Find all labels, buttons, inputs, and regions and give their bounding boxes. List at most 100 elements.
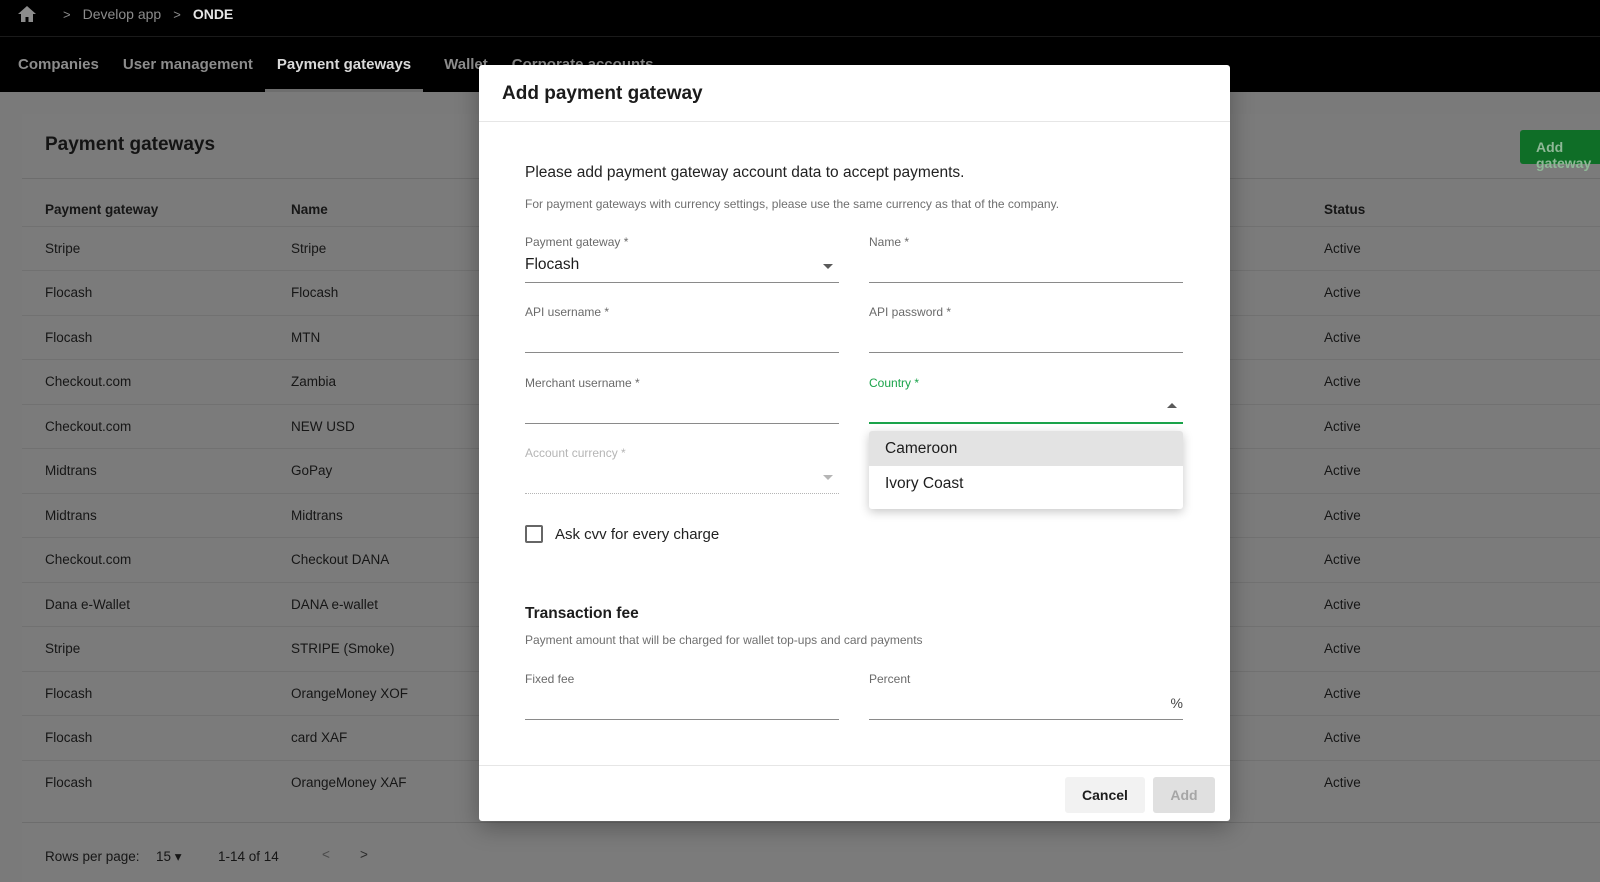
chevron-right-icon[interactable]: > xyxy=(360,847,368,862)
cell-name: Flocash xyxy=(291,285,339,300)
breadcrumb-develop-app[interactable]: Develop app xyxy=(83,6,162,22)
ask-cvv-checkbox[interactable]: Ask cvv for every charge xyxy=(525,525,719,543)
cell-gateway: Stripe xyxy=(45,641,81,656)
field-label: Merchant username * xyxy=(525,376,640,390)
field-label: Account currency * xyxy=(525,446,626,460)
cell-status: Active xyxy=(1324,552,1361,567)
checkbox-box[interactable] xyxy=(525,525,543,543)
cell-name: Midtrans xyxy=(291,508,343,523)
page-range: 1-14 of 14 xyxy=(218,849,279,864)
cell-name: Stripe xyxy=(291,241,327,256)
rows-per-page-value: 15 xyxy=(156,849,172,864)
caret-down-icon xyxy=(823,264,833,269)
cell-status: Active xyxy=(1324,374,1361,389)
field-label: API password * xyxy=(869,305,952,319)
cell-gateway: Checkout.com xyxy=(45,419,132,434)
country-select[interactable]: Country * xyxy=(869,376,1183,424)
chevron-left-icon[interactable]: < xyxy=(322,847,330,862)
cell-name: Zambia xyxy=(291,374,337,389)
field-label: Percent xyxy=(869,672,911,686)
cancel-button[interactable]: Cancel xyxy=(1065,777,1145,813)
api-password-field[interactable]: API password * xyxy=(869,305,1183,353)
country-option-cameroon[interactable]: Cameroon xyxy=(869,431,1183,466)
cell-gateway: Midtrans xyxy=(45,508,97,523)
cell-status: Active xyxy=(1324,730,1361,745)
cell-name: STRIPE (Smoke) xyxy=(291,641,395,656)
field-underline xyxy=(869,282,1183,283)
dialog-title: Add payment gateway xyxy=(502,83,703,104)
field-underline xyxy=(525,719,839,720)
rows-per-page-label: Rows per page: xyxy=(45,849,140,864)
field-label: Fixed fee xyxy=(525,672,575,686)
caret-up-icon xyxy=(1167,403,1177,408)
breadcrumb-current: ONDE xyxy=(192,6,234,22)
home-icon[interactable] xyxy=(17,5,37,23)
page-title: Payment gateways xyxy=(45,134,216,155)
cell-gateway: Flocash xyxy=(45,775,93,790)
cell-status: Active xyxy=(1324,775,1361,790)
cell-name: OrangeMoney XOF xyxy=(291,686,409,701)
chevron-right-icon: > xyxy=(63,6,71,22)
cell-status: Active xyxy=(1324,419,1361,434)
merchant-username-field[interactable]: Merchant username * xyxy=(525,376,839,424)
table-pagination: Rows per page: 15 ▾ 1-14 of 14 < > xyxy=(22,822,1600,882)
fixed-fee-field[interactable]: Fixed fee xyxy=(525,672,839,720)
dialog-note: For payment gateways with currency setti… xyxy=(525,197,1060,211)
divider xyxy=(479,765,1230,766)
cell-name: Checkout DANA xyxy=(291,552,390,567)
chevron-right-icon: > xyxy=(173,6,181,22)
payment-gateway-select[interactable]: Payment gateway * Flocash xyxy=(525,235,839,283)
account-currency-select[interactable]: Account currency * xyxy=(525,446,839,494)
country-dropdown-menu: Cameroon Ivory Coast xyxy=(869,431,1183,509)
percent-suffix: % xyxy=(1170,695,1183,711)
cell-name: OrangeMoney XAF xyxy=(291,775,407,790)
add-gateway-button[interactable]: Add gateway xyxy=(1520,130,1600,171)
percent-field[interactable]: Percent % xyxy=(869,672,1183,720)
cell-name: GoPay xyxy=(291,463,333,478)
field-underline xyxy=(525,282,839,283)
cell-gateway: Flocash xyxy=(45,730,93,745)
cell-status: Active xyxy=(1324,330,1361,345)
cell-status: Active xyxy=(1324,463,1361,478)
cell-name: DANA e-wallet xyxy=(291,597,379,612)
field-label: Name * xyxy=(869,235,910,249)
checkbox-label[interactable]: Ask cvv for every charge xyxy=(555,526,719,543)
field-label: API username * xyxy=(525,305,610,319)
cell-gateway: Flocash xyxy=(45,285,93,300)
add-button[interactable]: Add xyxy=(1153,777,1215,813)
caret-down-icon xyxy=(823,475,833,480)
cell-gateway: Flocash xyxy=(45,686,93,701)
cell-name: NEW USD xyxy=(291,419,355,434)
country-option-ivory-coast[interactable]: Ivory Coast xyxy=(869,466,1183,501)
cell-gateway: Flocash xyxy=(45,330,93,345)
rows-per-page-select[interactable]: 15 ▾ xyxy=(156,849,182,865)
transaction-fee-title: Transaction fee xyxy=(525,605,639,622)
api-username-field[interactable]: API username * xyxy=(525,305,839,353)
field-value: Flocash xyxy=(525,256,580,273)
name-field[interactable]: Name * xyxy=(869,235,1183,283)
caret-down-icon: ▾ xyxy=(174,849,182,864)
cell-status: Active xyxy=(1324,597,1361,612)
dialog-intro: Please add payment gateway account data … xyxy=(525,164,965,181)
cell-status: Active xyxy=(1324,686,1361,701)
field-underline xyxy=(869,719,1183,720)
field-underline xyxy=(525,352,839,353)
cell-status: Active xyxy=(1324,241,1361,256)
tab-user-management[interactable]: User management xyxy=(111,37,265,92)
column-header-payment-gateway[interactable]: Payment gateway xyxy=(45,202,158,217)
transaction-fee-subtitle: Payment amount that will be charged for … xyxy=(525,633,923,647)
column-header-name[interactable]: Name xyxy=(291,202,328,217)
field-label: Country * xyxy=(869,376,920,390)
column-header-status[interactable]: Status xyxy=(1324,202,1365,217)
field-underline xyxy=(869,422,1183,424)
divider xyxy=(479,121,1230,122)
breadcrumb: > Develop app > ONDE xyxy=(17,3,233,25)
field-label: Payment gateway * xyxy=(525,235,629,249)
cell-name: card XAF xyxy=(291,730,348,745)
tab-payment-gateways[interactable]: Payment gateways xyxy=(264,37,424,92)
field-underline xyxy=(525,493,839,494)
tab-companies[interactable]: Companies xyxy=(0,37,111,92)
cell-status: Active xyxy=(1324,285,1361,300)
cell-gateway: Dana e-Wallet xyxy=(45,597,131,612)
cell-status: Active xyxy=(1324,641,1361,656)
